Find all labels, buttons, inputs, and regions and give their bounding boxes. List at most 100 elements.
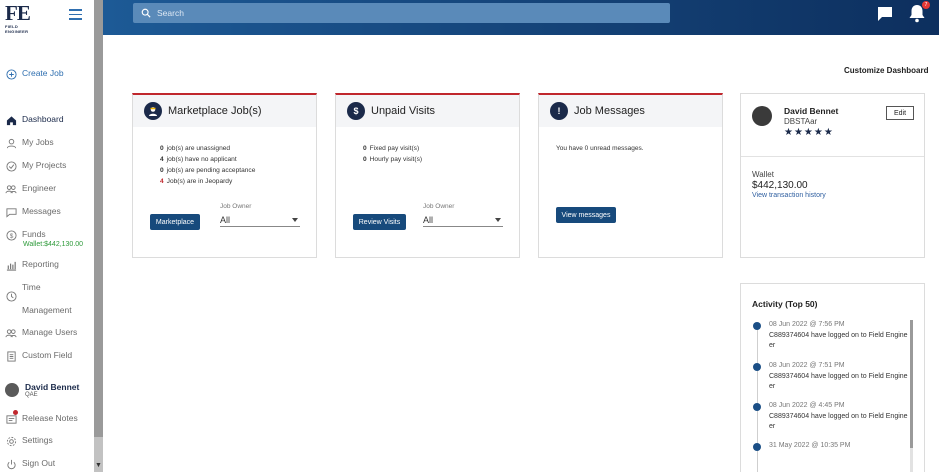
sidebar-scrollbar[interactable]: ▼ <box>94 0 103 472</box>
time-label-line2: Management <box>22 305 72 315</box>
sidebar-item-label: Manage Users <box>22 327 78 337</box>
top-header: 7 <box>103 0 939 35</box>
marketplace-stats: 0 job(s) are unassigned 4 job(s) have no a… <box>160 143 255 187</box>
worker-icon <box>144 102 162 120</box>
customize-dashboard-link[interactable]: Customize Dashboard <box>844 66 928 75</box>
dollar-circle-icon: $ <box>5 229 17 241</box>
activity-panel: Activity (Top 50) 08 Jun 2022 @ 7:56 PM … <box>740 283 925 472</box>
sidebar-item-label: Funds <box>22 229 46 239</box>
logo-subtitle: FIELD ENGINEER <box>5 24 29 34</box>
rating-stars-icon: ★★★★★ <box>784 127 834 138</box>
wallet-balance: $442,130.00 <box>752 180 808 191</box>
search-input[interactable] <box>157 8 637 18</box>
check-circle-icon <box>5 160 17 172</box>
sidebar-item-sign-out[interactable]: Sign Out <box>5 458 55 470</box>
card-title: Job Messages <box>574 105 645 117</box>
card-header: ! Job Messages <box>539 95 722 127</box>
power-icon <box>5 458 17 470</box>
sidebar-item-dashboard[interactable]: Dashboard <box>5 114 64 126</box>
user-role: QAE <box>25 392 38 398</box>
sidebar-item-label: Messages <box>22 206 61 216</box>
sidebar-item-my-projects[interactable]: My Projects <box>5 160 66 172</box>
home-icon <box>5 114 17 126</box>
timeline-dot <box>753 363 761 371</box>
card-title: Unpaid Visits <box>371 105 435 117</box>
sidebar-item-label: Time Management <box>22 276 72 322</box>
sidebar-item-label: My Projects <box>22 160 67 170</box>
sidebar-item-label: Custom Field <box>22 350 73 360</box>
select-value: All <box>423 214 434 225</box>
unpaid-visits-card: $ Unpaid Visits 0 Fixed pay visit(s) 0 Hou… <box>335 93 520 258</box>
review-visits-button[interactable]: Review Visits <box>353 214 406 230</box>
activity-text: C889374604 have logged on to Field Engin… <box>769 413 908 430</box>
person-icon <box>5 137 17 149</box>
transaction-history-link[interactable]: View transaction history <box>752 192 826 199</box>
sidebar-item-label: Release Notes <box>22 413 78 423</box>
avatar <box>5 383 19 397</box>
chevron-down-icon <box>292 217 298 222</box>
app-logo[interactable]: FE FIELD ENGINEER <box>5 2 35 34</box>
search-bar[interactable] <box>133 3 670 23</box>
card-title: Marketplace Job(s) <box>168 105 262 117</box>
bar-chart-icon <box>5 259 17 271</box>
create-job-link[interactable]: Create Job <box>5 68 64 80</box>
job-messages-card: ! Job Messages You have 0 unread message… <box>538 93 723 258</box>
sidebar-user[interactable]: David Bennet QAE <box>5 382 79 398</box>
job-owner-select[interactable]: All <box>220 213 300 227</box>
sidebar-item-engineer[interactable]: Engineer <box>5 183 56 195</box>
svg-text:$: $ <box>9 232 13 239</box>
activity-title: Activity (Top 50) <box>752 299 818 309</box>
sidebar-item-label: Reporting <box>22 259 59 269</box>
sidebar-item-messages[interactable]: Messages <box>5 206 61 218</box>
activity-date: 08 Jun 2022 @ 7:51 PM <box>769 362 845 369</box>
sidebar-item-release-notes[interactable]: Release Notes <box>5 410 78 425</box>
sidebar-item-funds[interactable]: $ Funds <box>5 229 46 241</box>
time-label-line1: Time <box>22 282 41 292</box>
profile-role: DBSTAar <box>784 117 818 126</box>
timeline-dot <box>753 322 761 330</box>
stat-row: 4 job(s) have no applicant <box>160 156 237 163</box>
scrollbar-thumb[interactable] <box>94 0 103 437</box>
sidebar-item-label: Sign Out <box>22 458 56 468</box>
search-icon <box>141 8 151 18</box>
marketplace-button[interactable]: Marketplace <box>150 214 200 230</box>
stat-row: 0 Hourly pay visit(s) <box>363 156 423 163</box>
activity-scrollbar[interactable] <box>910 320 913 472</box>
activity-date: 08 Jun 2022 @ 7:56 PM <box>769 321 845 328</box>
job-owner-label: Job Owner <box>423 203 455 210</box>
stat-row: 0 job(s) are pending acceptance <box>160 167 256 174</box>
plus-circle-icon <box>5 68 17 80</box>
sidebar-item-time-management[interactable]: Time Management <box>5 282 72 322</box>
job-owner-select[interactable]: All <box>423 213 503 227</box>
chat-icon[interactable] <box>877 6 893 22</box>
user-name: David Bennet <box>25 382 80 392</box>
sidebar-item-label: My Jobs <box>22 137 54 147</box>
funds-wallet-balance: Wallet:$442,130.00 <box>23 241 84 248</box>
exclamation-icon: ! <box>550 102 568 120</box>
sidebar-item-label: Settings <box>22 435 53 445</box>
gear-icon <box>5 435 17 447</box>
sidebar: FE FIELD ENGINEER Create Job Dashboard M… <box>0 0 95 472</box>
select-value: All <box>220 214 231 225</box>
people-icon <box>5 183 17 195</box>
divider <box>741 156 924 157</box>
users-icon <box>5 327 17 339</box>
wallet-label: Wallet <box>752 170 774 179</box>
timeline-dot <box>753 443 761 451</box>
sidebar-item-manage-users[interactable]: Manage Users <box>5 327 77 339</box>
sidebar-item-my-jobs[interactable]: My Jobs <box>5 137 54 149</box>
sidebar-item-settings[interactable]: Settings <box>5 435 53 447</box>
sidebar-item-custom-field[interactable]: Custom Field <box>5 350 72 362</box>
scrollbar-thumb[interactable] <box>910 320 913 448</box>
sidebar-item-reporting[interactable]: Reporting <box>5 259 59 271</box>
unread-messages-text: You have 0 unread messages. <box>556 145 644 152</box>
logo-text: FE <box>5 1 31 25</box>
chevron-down-icon <box>495 217 501 222</box>
menu-toggle-icon[interactable] <box>69 9 82 23</box>
activity-text: C889374604 have logged on to Field Engin… <box>769 332 908 349</box>
stat-row: 0 Fixed pay visit(s) <box>363 145 420 152</box>
dollar-icon: $ <box>347 102 365 120</box>
scroll-down-arrow-icon[interactable]: ▼ <box>95 462 102 469</box>
edit-profile-button[interactable]: Edit <box>886 106 914 120</box>
view-messages-button[interactable]: View messages <box>556 207 616 223</box>
